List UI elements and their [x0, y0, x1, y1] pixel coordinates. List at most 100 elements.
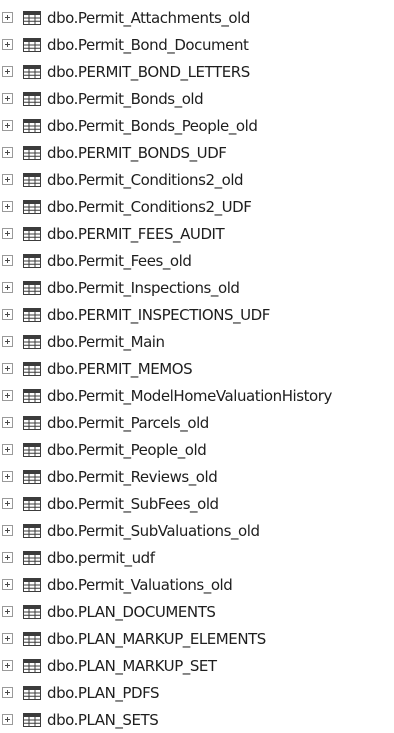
tree-node-table[interactable]: dbo.Permit_Fees_old [0, 247, 394, 274]
table-name-label: dbo.Permit_ModelHomeValuationHistory [47, 386, 332, 405]
expand-plus-icon[interactable] [2, 444, 13, 455]
tree-node-table[interactable]: dbo.Permit_Attachments_old [0, 4, 394, 31]
expand-plus-icon[interactable] [2, 633, 13, 644]
table-icon [23, 469, 41, 484]
table-icon [23, 685, 41, 700]
table-icon [23, 631, 41, 646]
table-icon [23, 334, 41, 349]
expand-plus-icon[interactable] [2, 39, 13, 50]
tree-node-table[interactable]: dbo.Permit_SubFees_old [0, 490, 394, 517]
expand-plus-icon[interactable] [2, 309, 13, 320]
tree-node-table[interactable]: dbo.PLAN_SETS [0, 706, 394, 733]
tree-node-table[interactable]: dbo.Permit_Conditions2_UDF [0, 193, 394, 220]
expand-plus-icon[interactable] [2, 687, 13, 698]
table-icon [23, 118, 41, 133]
expand-plus-icon[interactable] [2, 390, 13, 401]
tree-node-table[interactable]: dbo.Permit_Conditions2_old [0, 166, 394, 193]
table-icon [23, 577, 41, 592]
tree-node-table[interactable]: dbo.Permit_Bonds_People_old [0, 112, 394, 139]
expand-plus-icon[interactable] [2, 147, 13, 158]
table-name-label: dbo.Permit_SubFees_old [47, 494, 219, 513]
expand-plus-icon[interactable] [2, 363, 13, 374]
table-icon [23, 145, 41, 160]
expand-plus-icon[interactable] [2, 579, 13, 590]
table-name-label: dbo.Permit_Bonds_old [47, 89, 204, 108]
expand-plus-icon[interactable] [2, 606, 13, 617]
tree-node-table[interactable]: dbo.permit_udf [0, 544, 394, 571]
tree-node-table[interactable]: dbo.Permit_Bonds_old [0, 85, 394, 112]
table-icon [23, 253, 41, 268]
table-name-label: dbo.Permit_People_old [47, 440, 207, 459]
tree-node-table[interactable]: dbo.PERMIT_BONDS_UDF [0, 139, 394, 166]
table-name-label: dbo.Permit_Parcels_old [47, 413, 209, 432]
tree-node-table[interactable]: dbo.Permit_ModelHomeValuationHistory [0, 382, 394, 409]
table-icon [23, 226, 41, 241]
tree-node-table[interactable]: dbo.Permit_People_old [0, 436, 394, 463]
table-icon [23, 658, 41, 673]
table-icon [23, 307, 41, 322]
expand-plus-icon[interactable] [2, 228, 13, 239]
expand-plus-icon[interactable] [2, 417, 13, 428]
table-icon [23, 388, 41, 403]
expand-plus-icon[interactable] [2, 660, 13, 671]
tree-node-table[interactable]: dbo.Permit_SubValuations_old [0, 517, 394, 544]
tree-node-table[interactable]: dbo.PLAN_MARKUP_ELEMENTS [0, 625, 394, 652]
table-name-label: dbo.PERMIT_INSPECTIONS_UDF [47, 305, 270, 324]
table-icon [23, 550, 41, 565]
table-name-label: dbo.PERMIT_BONDS_UDF [47, 143, 227, 162]
expand-plus-icon[interactable] [2, 174, 13, 185]
table-icon [23, 712, 41, 727]
expand-plus-icon[interactable] [2, 552, 13, 563]
expand-plus-icon[interactable] [2, 255, 13, 266]
expand-plus-icon[interactable] [2, 525, 13, 536]
object-explorer-tree: dbo.Permit_Attachments_old dbo.Permit_Bo… [0, 0, 394, 733]
table-name-label: dbo.Permit_Main [47, 332, 165, 351]
expand-plus-icon[interactable] [2, 498, 13, 509]
table-name-label: dbo.PERMIT_BOND_LETTERS [47, 62, 250, 81]
tree-node-table[interactable]: dbo.PERMIT_INSPECTIONS_UDF [0, 301, 394, 328]
table-name-label: dbo.Permit_Conditions2_UDF [47, 197, 252, 216]
tree-node-table[interactable]: dbo.Permit_Reviews_old [0, 463, 394, 490]
table-name-label: dbo.PLAN_MARKUP_ELEMENTS [47, 629, 266, 648]
tree-node-table[interactable]: dbo.Permit_Valuations_old [0, 571, 394, 598]
table-icon [23, 172, 41, 187]
table-name-label: dbo.PLAN_MARKUP_SET [47, 656, 217, 675]
table-icon [23, 280, 41, 295]
expand-plus-icon[interactable] [2, 282, 13, 293]
tree-node-table[interactable]: dbo.Permit_Main [0, 328, 394, 355]
tree-node-table[interactable]: dbo.Permit_Parcels_old [0, 409, 394, 436]
table-icon [23, 496, 41, 511]
tree-node-table[interactable]: dbo.Permit_Bond_Document [0, 31, 394, 58]
expand-plus-icon[interactable] [2, 201, 13, 212]
tree-node-table[interactable]: dbo.PLAN_PDFS [0, 679, 394, 706]
table-icon [23, 37, 41, 52]
table-icon [23, 199, 41, 214]
expand-plus-icon[interactable] [2, 12, 13, 23]
table-name-label: dbo.Permit_Valuations_old [47, 575, 233, 594]
table-icon [23, 10, 41, 25]
expand-plus-icon[interactable] [2, 66, 13, 77]
table-name-label: dbo.PLAN_PDFS [47, 683, 160, 702]
expand-plus-icon[interactable] [2, 336, 13, 347]
table-name-label: dbo.Permit_Bond_Document [47, 35, 249, 54]
table-name-label: dbo.Permit_Bonds_People_old [47, 116, 258, 135]
tree-node-table[interactable]: dbo.PLAN_MARKUP_SET [0, 652, 394, 679]
table-icon [23, 361, 41, 376]
table-icon [23, 442, 41, 457]
tree-node-table[interactable]: dbo.PERMIT_BOND_LETTERS [0, 58, 394, 85]
tree-node-table[interactable]: dbo.PLAN_DOCUMENTS [0, 598, 394, 625]
table-name-label: dbo.PERMIT_FEES_AUDIT [47, 224, 225, 243]
table-icon [23, 604, 41, 619]
expand-plus-icon[interactable] [2, 93, 13, 104]
tree-node-table[interactable]: dbo.Permit_Inspections_old [0, 274, 394, 301]
table-name-label: dbo.Permit_Reviews_old [47, 467, 218, 486]
tree-node-table[interactable]: dbo.PERMIT_FEES_AUDIT [0, 220, 394, 247]
tree-node-table[interactable]: dbo.PERMIT_MEMOS [0, 355, 394, 382]
table-icon [23, 91, 41, 106]
table-name-label: dbo.PERMIT_MEMOS [47, 359, 193, 378]
expand-plus-icon[interactable] [2, 120, 13, 131]
expand-plus-icon[interactable] [2, 471, 13, 482]
table-name-label: dbo.PLAN_DOCUMENTS [47, 602, 216, 621]
table-name-label: dbo.Permit_Conditions2_old [47, 170, 244, 189]
expand-plus-icon[interactable] [2, 714, 13, 725]
